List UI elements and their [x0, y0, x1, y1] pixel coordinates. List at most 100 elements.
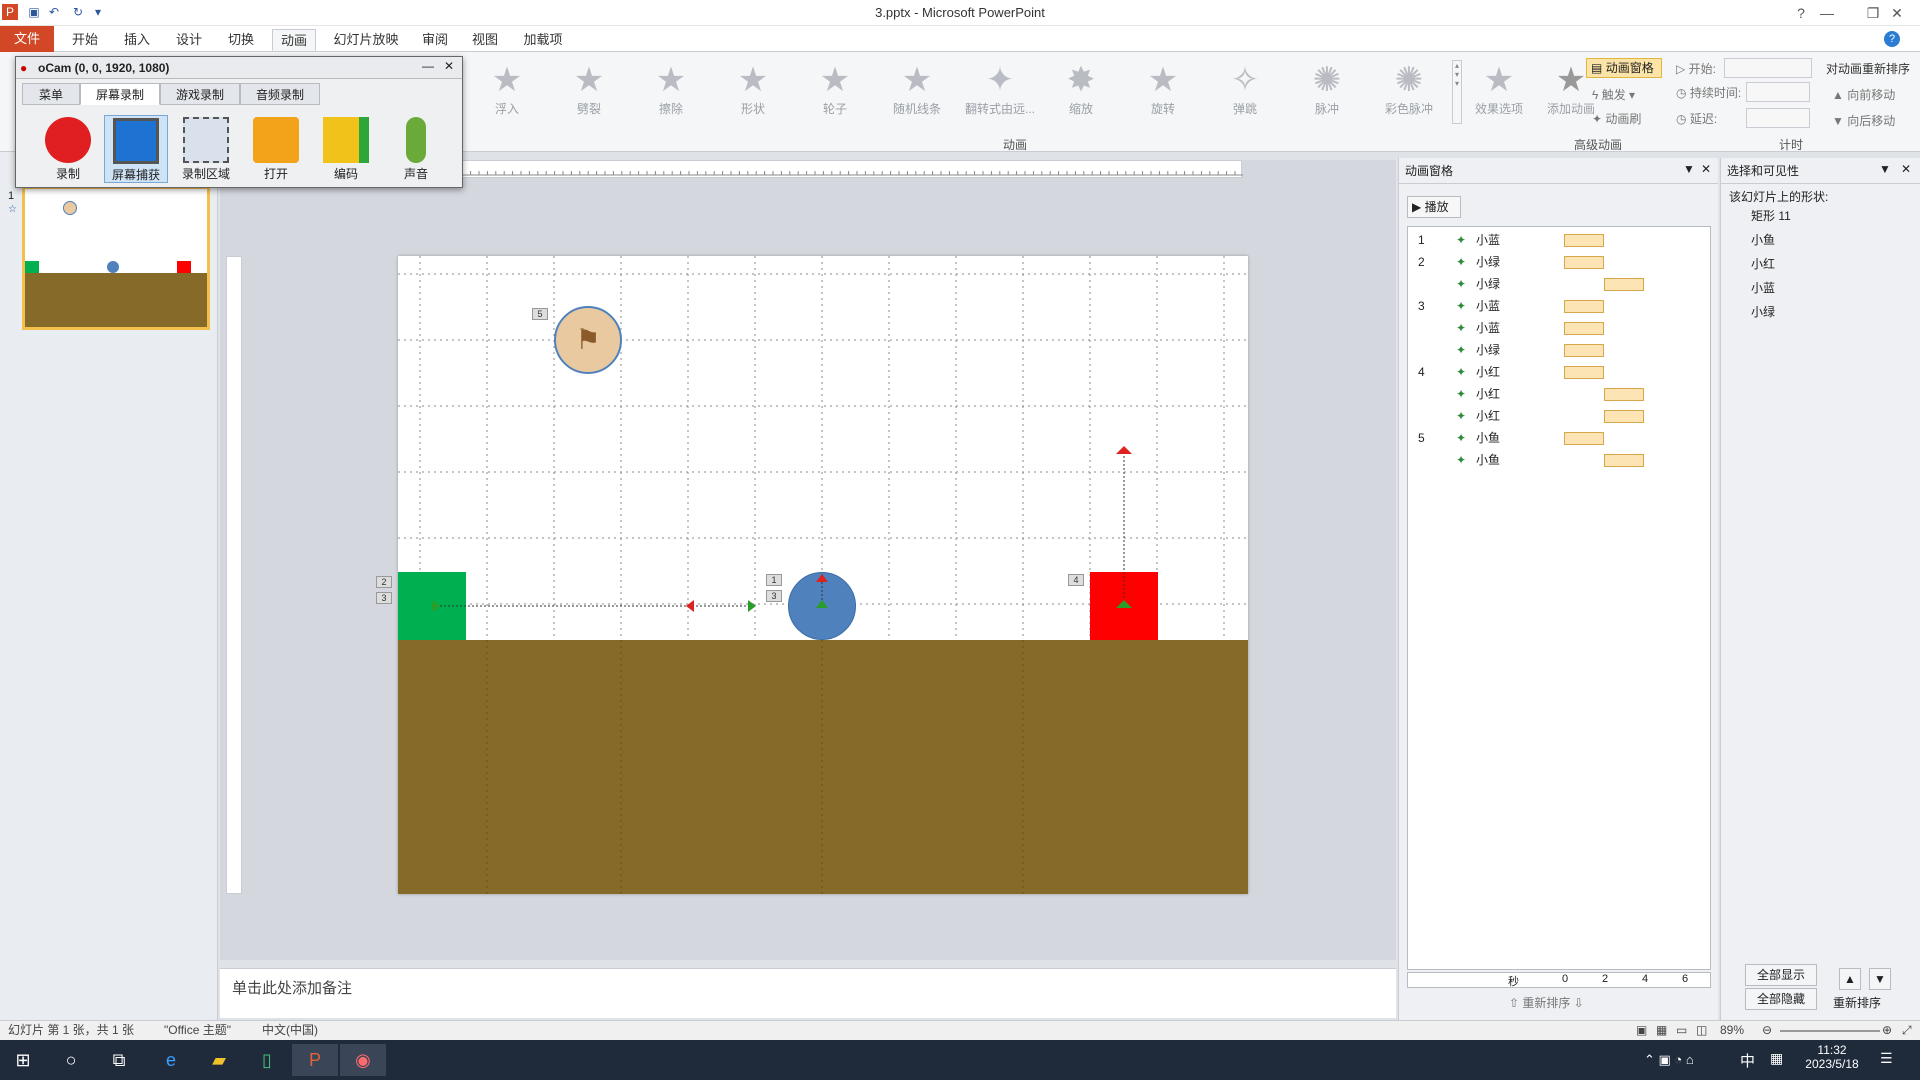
effect-zoom[interactable]: ✸ 缩放	[1046, 60, 1116, 130]
encode-button[interactable]: 编码	[314, 115, 378, 183]
animation-row[interactable]: 4 ✦ 小红	[1408, 361, 1708, 383]
ocam-tab-game[interactable]: 游戏录制	[160, 83, 240, 105]
timing-bar[interactable]	[1564, 344, 1604, 357]
notepad-app-icon[interactable]: ▯	[244, 1044, 290, 1076]
effect-grow-turn[interactable]: ✦ 翻转式由远...	[964, 60, 1036, 130]
theme-name[interactable]: "Office 主题"	[164, 1021, 231, 1040]
timing-bar[interactable]	[1604, 410, 1644, 423]
calendar-icon[interactable]: ▦	[1770, 1050, 1783, 1067]
timing-bar[interactable]	[1564, 322, 1604, 335]
tray-icons[interactable]: ⌃ ▣ ◔ ⌂	[1644, 1052, 1694, 1068]
effect-pulse[interactable]: ✺ 脉冲	[1292, 60, 1362, 130]
minimize-button[interactable]: —	[1804, 0, 1850, 26]
effect-options-button[interactable]: ★ 效果选项	[1464, 60, 1534, 130]
ocam-tab-menu[interactable]: 菜单	[22, 83, 80, 105]
zoom-out-icon[interactable]: ⊖	[1762, 1021, 1772, 1040]
animation-tag[interactable]: 1	[766, 574, 782, 586]
task-view-icon[interactable]: ⧉	[96, 1044, 142, 1076]
animation-tag[interactable]: 4	[1068, 574, 1084, 586]
animation-pane-button[interactable]: ▤ 动画窗格	[1586, 58, 1662, 78]
timing-bar[interactable]	[1604, 454, 1644, 467]
record-button[interactable]: 录制	[36, 115, 100, 183]
ocam-taskbar-icon[interactable]: ◉	[340, 1044, 386, 1076]
animation-tag[interactable]: 3	[376, 592, 392, 604]
animation-row[interactable]: ✦ 小绿	[1408, 339, 1708, 361]
effect-split[interactable]: ★ 劈裂	[554, 60, 624, 130]
reorder-control[interactable]: ⇧ 重新排序 ⇩	[1509, 994, 1584, 1011]
tab-addins[interactable]: 加载项	[516, 29, 570, 51]
zoom-in-icon[interactable]: ⊕	[1882, 1021, 1892, 1040]
notification-icon[interactable]: ☰	[1880, 1050, 1893, 1067]
timing-bar[interactable]	[1564, 256, 1604, 269]
close-icon[interactable]: ✕	[1701, 162, 1711, 176]
search-icon[interactable]: ○	[48, 1044, 94, 1076]
tab-slideshow[interactable]: 幻灯片放映	[326, 29, 406, 51]
tab-home[interactable]: 开始	[64, 29, 106, 51]
tab-review[interactable]: 审阅	[414, 29, 456, 51]
animation-painter-button[interactable]: ✦ 动画刷	[1592, 110, 1641, 127]
file-explorer-icon[interactable]: ▰	[196, 1044, 242, 1076]
pane-menu-icon[interactable]: ▼	[1683, 162, 1695, 176]
shape-list-item[interactable]: 小鱼◉	[1751, 228, 1911, 252]
ime-indicator[interactable]: 中	[1740, 1050, 1755, 1071]
tab-file[interactable]: 文件	[0, 26, 54, 52]
normal-view-icon[interactable]: ▣	[1636, 1021, 1647, 1040]
timing-bar[interactable]	[1564, 366, 1604, 379]
animation-tag[interactable]: 2	[376, 576, 392, 588]
shape-list-item[interactable]: 小蓝◉	[1751, 276, 1911, 300]
shape-list-item[interactable]: 小红◉	[1751, 252, 1911, 276]
move-later-button[interactable]: ▼ 向后移动	[1832, 112, 1895, 129]
notes-pane[interactable]: 单击此处添加备注	[220, 968, 1396, 1018]
open-button[interactable]: 打开	[244, 115, 308, 183]
ocam-tab-audio[interactable]: 音频录制	[240, 83, 320, 105]
powerpoint-taskbar-icon[interactable]: P	[292, 1044, 338, 1076]
effect-wheel[interactable]: ★ 轮子	[800, 60, 870, 130]
play-button[interactable]: ▶ 播放	[1407, 196, 1461, 218]
animation-row[interactable]: ✦ 小红	[1408, 405, 1708, 427]
effect-wipe[interactable]: ★ 擦除	[636, 60, 706, 130]
zoom-slider[interactable]	[1780, 1030, 1880, 1032]
animation-row[interactable]: 5 ✦ 小鱼	[1408, 427, 1708, 449]
fit-window-icon[interactable]: ⤢	[1902, 1021, 1912, 1040]
minimize-icon[interactable]: —	[422, 59, 434, 73]
gallery-scroll[interactable]: ▴ ▾ ▾	[1452, 60, 1462, 124]
timing-bar[interactable]	[1564, 432, 1604, 445]
shape-list-item[interactable]: 矩形 11◉	[1751, 204, 1911, 228]
reading-view-icon[interactable]: ▭	[1676, 1021, 1687, 1040]
animation-row[interactable]: 1 ✦ 小蓝	[1408, 229, 1708, 251]
effect-bounce[interactable]: ✧ 弹跳	[1210, 60, 1280, 130]
record-area-button[interactable]: 录制区域	[174, 115, 238, 183]
delay-input[interactable]	[1746, 108, 1810, 128]
animation-row[interactable]: ✦ 小蓝	[1408, 317, 1708, 339]
zoom-level[interactable]: 89%	[1720, 1021, 1744, 1040]
start-select[interactable]	[1724, 58, 1812, 78]
show-all-button[interactable]: 全部显示	[1745, 964, 1817, 986]
close-icon[interactable]: ✕	[444, 59, 454, 73]
pane-menu-icon[interactable]: ▼	[1879, 162, 1891, 176]
move-earlier-button[interactable]: ▲ 向前移动	[1832, 86, 1895, 103]
screen-capture-button[interactable]: 屏幕捕获	[104, 115, 168, 183]
slide-canvas[interactable]: ⚑ 5 2 3 1 3 4	[376, 256, 1248, 894]
close-icon[interactable]: ✕	[1901, 162, 1911, 176]
slideshow-view-icon[interactable]: ◫	[1696, 1021, 1707, 1040]
close-button[interactable]: ✕	[1874, 0, 1920, 26]
trigger-button[interactable]: ϟ 触发 ▾	[1592, 86, 1635, 103]
timing-bar[interactable]	[1604, 388, 1644, 401]
move-down-button[interactable]: ▼	[1869, 968, 1891, 990]
effect-swivel[interactable]: ★ 旋转	[1128, 60, 1198, 130]
animation-row[interactable]: 2 ✦ 小绿	[1408, 251, 1708, 273]
timing-bar[interactable]	[1564, 234, 1604, 247]
clock[interactable]: 11:32 2023/5/18	[1792, 1043, 1872, 1071]
effect-float-in[interactable]: ★ 浮入	[472, 60, 542, 130]
ocam-window[interactable]: ● oCam (0, 0, 1920, 1080) — ✕ 菜单 屏幕录制 游戏录…	[15, 56, 463, 188]
tab-animations[interactable]: 动画	[272, 29, 316, 51]
help-icon[interactable]: ?	[1884, 31, 1900, 47]
animation-row[interactable]: 3 ✦ 小蓝	[1408, 295, 1708, 317]
duration-input[interactable]	[1746, 82, 1810, 102]
move-up-button[interactable]: ▲	[1839, 968, 1861, 990]
animation-tag[interactable]: 3	[766, 590, 782, 602]
hide-all-button[interactable]: 全部隐藏	[1745, 988, 1817, 1010]
animation-row[interactable]: ✦ 小红	[1408, 383, 1708, 405]
language[interactable]: 中文(中国)	[262, 1021, 318, 1040]
animation-row[interactable]: ✦ 小绿	[1408, 273, 1708, 295]
